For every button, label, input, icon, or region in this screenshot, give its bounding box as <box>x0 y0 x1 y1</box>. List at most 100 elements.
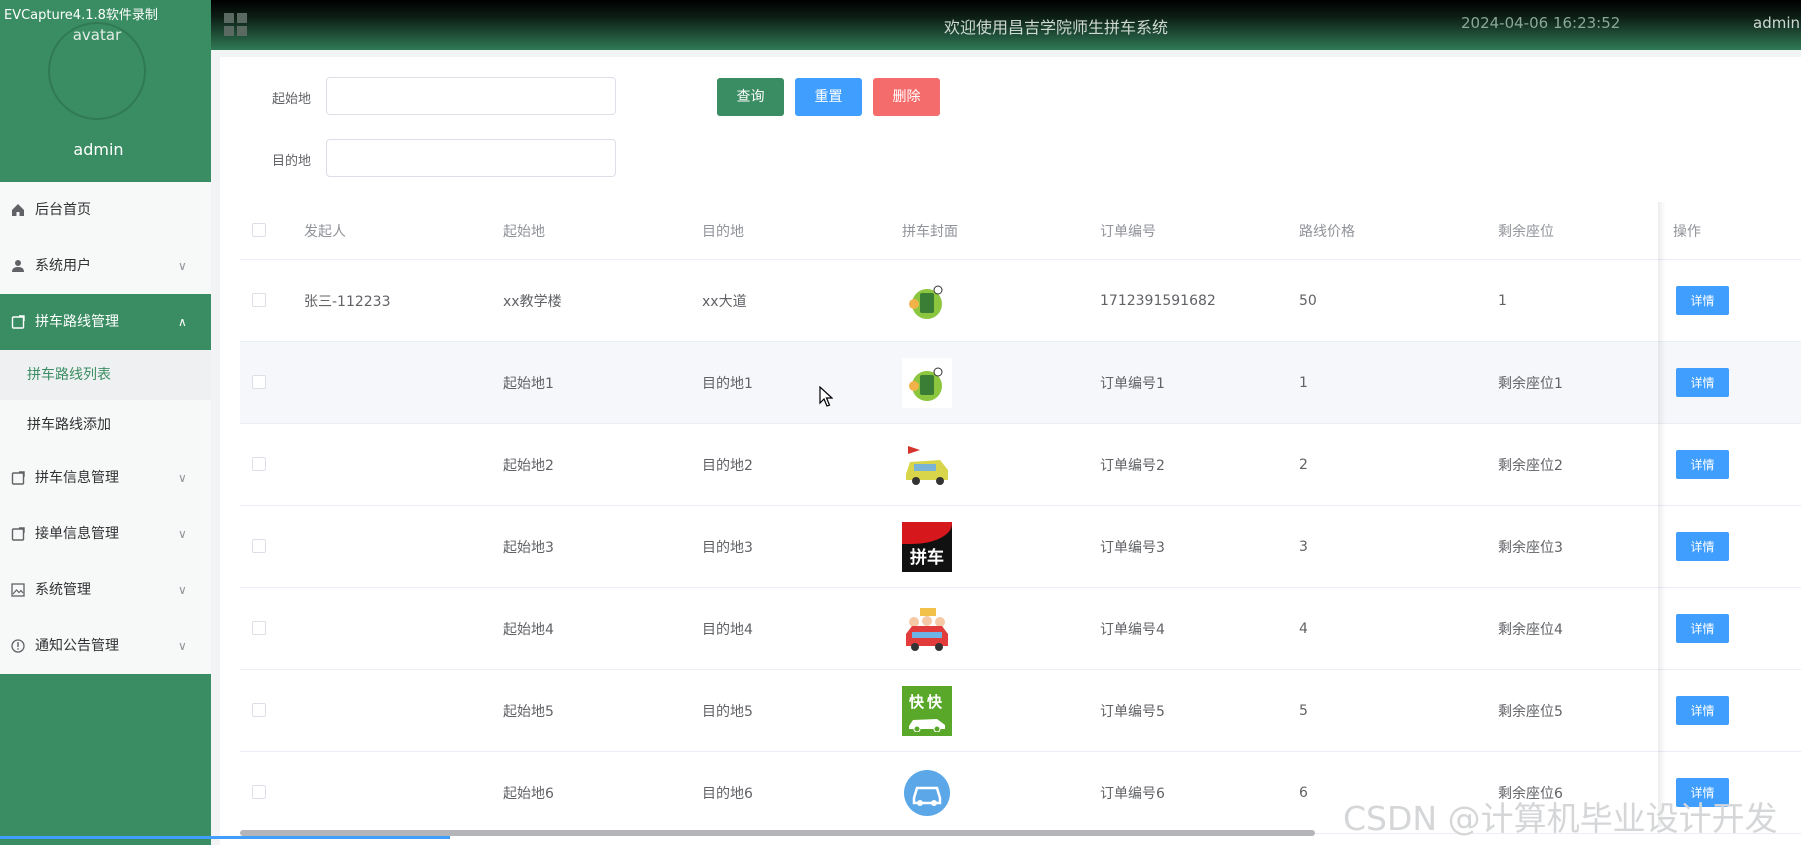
detail-button[interactable]: 详情 <box>1676 286 1729 315</box>
table-row: 起始地5 目的地5 快快 订单编号5 5 剩余座位5 详情 <box>240 670 1801 752</box>
table-header: 发起人 起始地 目的地 拼车封面 订单编号 路线价格 剩余座位 操作 <box>240 202 1801 260</box>
pinche-logo-icon[interactable]: 拼车 <box>902 521 952 572</box>
cell-cover <box>902 424 952 505</box>
blue-car-circle-icon[interactable] <box>902 767 952 818</box>
cell-dest: 目的地3 <box>702 539 753 556</box>
detail-button[interactable]: 详情 <box>1676 368 1729 397</box>
cell-dest: 目的地1 <box>702 375 753 392</box>
row-checkbox[interactable] <box>252 293 266 307</box>
header-cover: 拼车封面 <box>902 223 958 240</box>
cell-price: 2 <box>1299 456 1308 473</box>
sidebar-item-route-management[interactable]: 拼车路线管理 ∧ <box>0 294 211 350</box>
family-car-icon[interactable] <box>902 603 952 654</box>
kuaikuai-logo-icon[interactable]: 快快 <box>902 685 952 736</box>
chevron-down-icon: ∨ <box>178 583 187 597</box>
sidebar-item-system-users[interactable]: 系统用户 ∨ <box>0 238 211 294</box>
start-input[interactable] <box>326 77 616 115</box>
cell-start: 起始地2 <box>503 457 554 474</box>
cell-price: 4 <box>1299 620 1308 637</box>
sidebar-subitem-route-add[interactable]: 拼车路线添加 <box>0 400 211 450</box>
cell-start: 起始地6 <box>503 785 554 802</box>
cell-price: 50 <box>1299 292 1317 309</box>
row-checkbox[interactable] <box>252 375 266 389</box>
cover-logo-text: 拼车 <box>910 547 944 568</box>
cell-dest: 目的地6 <box>702 785 753 802</box>
detail-button[interactable]: 详情 <box>1676 614 1729 643</box>
row-checkbox[interactable] <box>252 457 266 471</box>
cell-start: 起始地5 <box>503 703 554 720</box>
info-icon <box>11 639 25 653</box>
cover-logo-text: 快快 <box>908 692 945 711</box>
mouse-cursor-icon <box>819 386 833 407</box>
header-order: 订单编号 <box>1100 223 1156 240</box>
query-button[interactable]: 查询 <box>717 78 784 116</box>
route-table: 发起人 起始地 目的地 拼车封面 订单编号 路线价格 剩余座位 操作 张三-11… <box>240 202 1801 834</box>
row-checkbox[interactable] <box>252 703 266 717</box>
detail-button[interactable]: 详情 <box>1676 696 1729 725</box>
carpool-phone-icon[interactable] <box>902 275 952 326</box>
table-row: 起始地4 目的地4 订单编号4 4 剩余座位4 详情 <box>240 588 1801 670</box>
dest-input[interactable] <box>326 139 616 177</box>
progress-line <box>0 836 450 839</box>
detail-button[interactable]: 详情 <box>1676 450 1729 479</box>
sidebar-item-system-management[interactable]: 系统管理 ∨ <box>0 562 211 618</box>
header-seats: 剩余座位 <box>1498 223 1554 240</box>
header-user-dropdown[interactable]: admin <box>1753 14 1800 32</box>
carpool-phone-icon[interactable] <box>902 357 952 408</box>
cell-dest: 目的地2 <box>702 457 753 474</box>
cell-price: 3 <box>1299 538 1308 555</box>
chevron-up-icon: ∧ <box>178 315 187 329</box>
doc-icon <box>11 315 25 329</box>
row-checkbox[interactable] <box>252 785 266 799</box>
cell-order: 订单编号5 <box>1100 703 1165 720</box>
menu-toggle-icon[interactable] <box>224 13 248 37</box>
cell-seats: 剩余座位1 <box>1498 375 1563 392</box>
cell-price: 1 <box>1299 374 1308 391</box>
table-row: 张三-112233 xx教学楼 xx大道 1712391591682 50 1 … <box>240 260 1801 342</box>
recording-watermark-label: EVCapture4.1.8软件录制 <box>4 8 158 23</box>
row-checkbox[interactable] <box>252 621 266 635</box>
sidebar-item-home[interactable]: 后台首页 <box>0 182 211 238</box>
cell-order: 订单编号4 <box>1100 621 1165 638</box>
chevron-down-icon: ∨ <box>178 259 187 273</box>
cell-cover <box>902 342 952 423</box>
sidebar-subitem-route-list[interactable]: 拼车路线列表 <box>0 350 211 400</box>
cartoon-car-icon[interactable] <box>902 439 952 490</box>
cell-start: 起始地1 <box>503 375 554 392</box>
sidebar-item-carpool-info[interactable]: 拼车信息管理 ∨ <box>0 450 211 506</box>
detail-button[interactable]: 详情 <box>1676 532 1729 561</box>
cell-cover <box>902 588 952 669</box>
header-price: 路线价格 <box>1299 223 1355 240</box>
cell-order: 1712391591682 <box>1100 292 1216 309</box>
sidebar-item-label: 拼车信息管理 <box>35 470 119 486</box>
cell-seats: 剩余座位4 <box>1498 621 1563 638</box>
start-label: 起始地 <box>272 92 312 107</box>
cell-cover: 拼车 <box>902 506 952 587</box>
select-all-checkbox[interactable] <box>252 223 266 237</box>
cell-dest: xx大道 <box>702 293 747 310</box>
delete-button[interactable]: 删除 <box>873 78 940 116</box>
cell-dest: 目的地5 <box>702 703 753 720</box>
cell-cover <box>902 752 952 833</box>
doc-icon <box>11 527 25 541</box>
cell-cover <box>902 260 952 341</box>
sidebar-item-notice-management[interactable]: 通知公告管理 ∨ <box>0 618 211 674</box>
reset-button[interactable]: 重置 <box>795 78 862 116</box>
row-checkbox[interactable] <box>252 539 266 553</box>
chevron-down-icon: ∨ <box>178 471 187 485</box>
header-datetime: 2024-04-06 16:23:52 <box>1461 14 1621 32</box>
table-row: 起始地3 目的地3 拼车 订单编号3 3 剩余座位3 详情 <box>240 506 1801 588</box>
table-row: 起始地1 目的地1 订单编号1 1 剩余座位1 详情 <box>240 342 1801 424</box>
cell-price: 6 <box>1299 784 1308 801</box>
cell-seats: 剩余座位2 <box>1498 457 1563 474</box>
sidebar-item-label: 后台首页 <box>35 202 91 218</box>
fixed-column-shadow <box>1658 202 1666 827</box>
page-title: 欢迎使用昌吉学院师生拼车系统 <box>944 18 1169 37</box>
sidebar-item-order-info[interactable]: 接单信息管理 ∨ <box>0 506 211 562</box>
sidebar-item-label: 接单信息管理 <box>35 526 119 542</box>
csdn-watermark: CSDN @计算机毕业设计开发 <box>1343 799 1778 838</box>
cell-order: 订单编号2 <box>1100 457 1165 474</box>
header-dest: 目的地 <box>702 223 744 240</box>
sidebar-item-label: 系统管理 <box>35 582 91 598</box>
home-icon <box>12 204 24 216</box>
